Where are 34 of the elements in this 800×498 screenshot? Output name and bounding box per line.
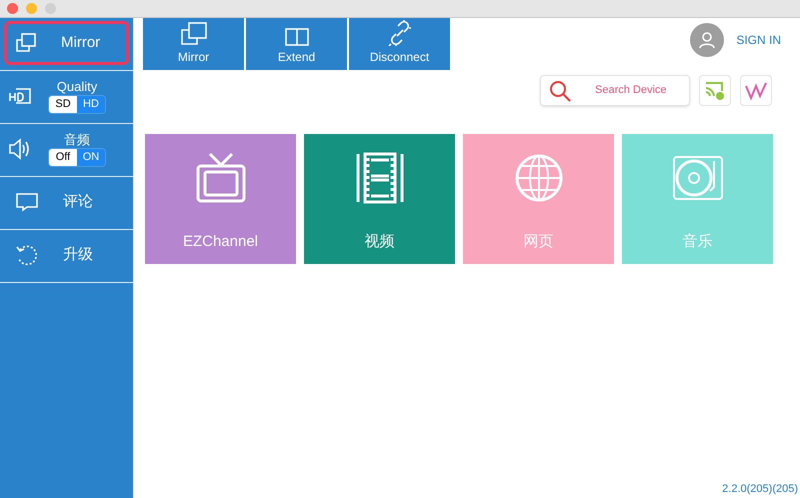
toggle-option[interactable]: ON (77, 148, 105, 166)
wave-button[interactable] (740, 75, 772, 106)
avatar-icon[interactable] (690, 23, 724, 57)
toggle-option[interactable]: SD (49, 96, 77, 112)
speech-bubble-icon (15, 192, 39, 212)
setting-label: Quality (56, 78, 98, 94)
cast-icon (704, 80, 726, 100)
search-icon (549, 80, 571, 102)
refresh-icon (15, 243, 39, 267)
toolbar-button[interactable]: Extend (246, 18, 347, 70)
split-window-icon (284, 28, 308, 46)
minimize-window-icon[interactable] (26, 3, 37, 14)
close-window-icon[interactable] (7, 3, 18, 14)
cast-button[interactable] (699, 75, 731, 106)
tv-icon (194, 152, 246, 204)
search-device-button[interactable]: Search Device (540, 75, 690, 106)
speaker-icon (8, 138, 32, 160)
turntable-icon (672, 155, 724, 201)
toolbar-button[interactable]: Mirror (143, 18, 244, 70)
globe-icon (514, 153, 564, 203)
category-tile[interactable]: 视频 (304, 134, 455, 264)
toolbar-button[interactable]: Disconnect (349, 18, 450, 70)
broken-link-icon (386, 20, 412, 46)
version-label: 2.2.0(205)(205) (722, 482, 798, 496)
toggle-option[interactable]: Off (49, 148, 77, 166)
wave-icon (744, 80, 768, 100)
category-tile[interactable]: EZChannel (145, 134, 296, 264)
sign-in-link[interactable]: SIGN IN (736, 31, 781, 49)
setting-label: 音频 (64, 132, 90, 148)
toggle-option[interactable]: HD (77, 96, 105, 112)
mirror-icon (15, 33, 37, 53)
hd-icon (8, 87, 32, 105)
mirror-icon (180, 22, 208, 46)
film-strip-icon (356, 152, 404, 204)
